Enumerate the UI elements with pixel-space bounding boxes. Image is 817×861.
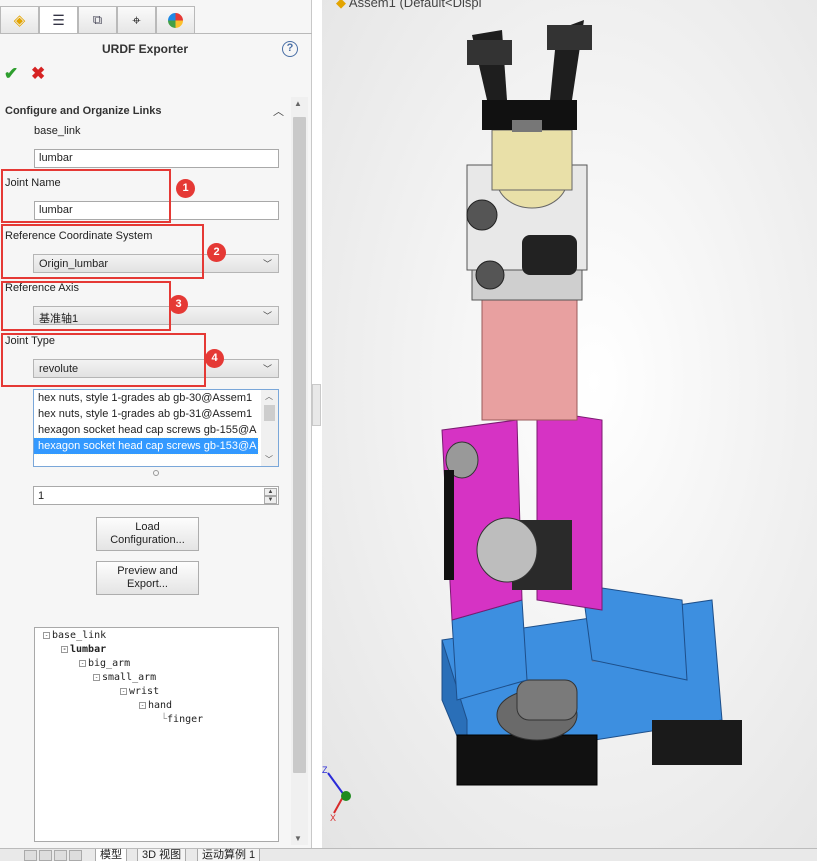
manager-tabs: ◈ ☰ ⧉ ⌖ xyxy=(0,6,195,34)
tab-divider xyxy=(0,33,312,34)
load-configuration-button[interactable]: Load Configuration... xyxy=(96,517,199,551)
collapse-toggle-icon[interactable]: - xyxy=(93,673,100,681)
bottom-tab-bar: 模型 3D 视图 运动算例 1 xyxy=(0,848,817,861)
document-title: ◆ Assem1 (Default<Displ xyxy=(336,0,481,11)
tab-model[interactable]: 模型 xyxy=(95,849,127,861)
assembly-icon: ◆ xyxy=(336,0,346,10)
tab-display-manager[interactable] xyxy=(156,6,195,33)
tree-node-small-arm[interactable]: - small_arm xyxy=(93,672,156,683)
collapse-toggle-icon[interactable]: - xyxy=(139,701,146,709)
help-icon[interactable]: ? xyxy=(282,41,298,57)
svg-text:X: X xyxy=(330,813,336,823)
spin-up-icon[interactable]: ▲ xyxy=(264,488,277,496)
tree-node-label: big_arm xyxy=(88,658,131,669)
list-item[interactable]: hex nuts, style 1-grades ab gb-31@Assem1 xyxy=(34,406,258,422)
graphics-viewport[interactable] xyxy=(322,0,817,848)
collapse-chevron-icon[interactable]: ︿ xyxy=(273,103,284,119)
first-tab-icon[interactable] xyxy=(24,850,37,861)
collapse-toggle-icon[interactable]: - xyxy=(61,645,68,653)
color-wheel-icon xyxy=(168,12,183,28)
tree-node-big-arm[interactable]: - big_arm xyxy=(79,658,130,669)
prev-tab-icon[interactable] xyxy=(39,850,52,861)
collapse-toggle-icon[interactable]: - xyxy=(120,687,127,695)
chevron-down-icon: ﹀ xyxy=(262,259,272,269)
tab-3d-view[interactable]: 3D 视图 xyxy=(137,849,187,861)
resize-handle[interactable] xyxy=(153,470,159,476)
robot-arm-model[interactable] xyxy=(322,0,817,848)
tree-node-label: lumbar xyxy=(70,644,107,655)
spin-down-icon[interactable]: ▼ xyxy=(264,496,277,504)
next-tab-icon[interactable] xyxy=(54,850,67,861)
preview-export-label-2: Export... xyxy=(127,578,168,590)
tree-node-finger[interactable]: └finger xyxy=(161,714,203,725)
tab-dimxpert-manager[interactable]: ⌖ xyxy=(117,6,156,33)
load-configuration-label-1: Load xyxy=(135,521,160,533)
panel-splitter[interactable] xyxy=(312,384,321,426)
tree-node-hand[interactable]: - hand xyxy=(139,700,172,711)
document-title-text: Assem1 (Default<Displ xyxy=(348,0,482,10)
scroll-thumb[interactable] xyxy=(293,117,306,773)
chevron-down-icon: ﹀ xyxy=(262,311,272,321)
chevron-down-icon: ﹀ xyxy=(262,364,272,374)
link-tree[interactable]: - base_link - lumbar - big_arm - small_arm -… xyxy=(34,627,279,842)
list-scroll-thumb[interactable] xyxy=(264,405,275,421)
tree-node-label: wrist xyxy=(129,686,160,697)
tree-node-base-link[interactable]: - base_link xyxy=(43,630,106,641)
collapse-toggle-icon[interactable]: - xyxy=(43,631,50,639)
annotation-badge-3: 3 xyxy=(169,295,188,314)
property-manager-panel: ◈ ☰ ⧉ ⌖ URDF Exporter ? ✔ ✖ Configure an… xyxy=(0,0,312,861)
panel-scrollbar[interactable]: ▲ ▼ xyxy=(291,97,308,845)
chevron-up-icon[interactable]: ︿ xyxy=(265,391,273,402)
load-configuration-label-2: Configuration... xyxy=(110,534,185,546)
chevron-down-icon[interactable]: ﹀ xyxy=(265,454,273,465)
tree-node-label: small_arm xyxy=(102,672,157,683)
tree-node-label: base_link xyxy=(52,630,107,641)
configuration-icon: ⧉ xyxy=(92,12,103,27)
link-name-field[interactable]: lumbar xyxy=(34,149,279,168)
link-name-label: base_link xyxy=(34,125,81,137)
last-tab-icon[interactable] xyxy=(69,850,82,861)
tree-node-lumbar[interactable]: - lumbar xyxy=(61,644,106,655)
component-list[interactable]: hex nuts, style 1-grades ab gb-30@Assem1… xyxy=(33,389,279,467)
svg-text:Z: Z xyxy=(322,765,328,775)
tab-property-manager[interactable]: ☰ xyxy=(39,6,78,34)
scroll-up-icon[interactable]: ▲ xyxy=(294,99,302,108)
tree-node-label: finger xyxy=(167,714,204,725)
property-list-icon: ☰ xyxy=(52,12,65,28)
axis-triad-icon: Z X xyxy=(322,765,351,823)
list-item[interactable]: hexagon socket head cap screws gb-155@A xyxy=(34,422,258,438)
tab-motion-study[interactable]: 运动算例 1 xyxy=(197,849,261,861)
annotation-badge-2: 2 xyxy=(207,243,226,262)
tab-feature-manager[interactable]: ◈ xyxy=(0,6,39,33)
children-count-spinner[interactable]: 1 ▲ ▼ xyxy=(33,486,279,505)
annotation-badge-4: 4 xyxy=(205,349,224,368)
annotation-badge-1: 1 xyxy=(176,179,195,198)
collapse-toggle-icon[interactable]: - xyxy=(79,659,86,667)
tree-node-wrist[interactable]: - wrist xyxy=(120,686,159,697)
list-item-selected[interactable]: hexagon socket head cap screws gb-153@A xyxy=(34,437,259,455)
ok-check-icon[interactable]: ✔ xyxy=(4,64,18,84)
crosshair-icon: ⌖ xyxy=(132,11,141,29)
panel-title: URDF Exporter xyxy=(101,42,188,56)
annotation-box-4 xyxy=(1,333,206,387)
cancel-x-icon[interactable]: ✖ xyxy=(31,64,45,84)
children-count-value: 1 xyxy=(38,490,45,502)
annotation-box-2 xyxy=(1,224,204,279)
tab-configuration-manager[interactable]: ⧉ xyxy=(78,6,117,33)
tree-node-label: hand xyxy=(148,700,173,711)
list-item[interactable]: hex nuts, style 1-grades ab gb-30@Assem1 xyxy=(34,390,258,406)
annotation-box-3 xyxy=(1,281,171,331)
preview-export-label-1: Preview and xyxy=(117,565,178,577)
annotation-box-1 xyxy=(1,169,171,223)
feature-tree-icon: ◈ xyxy=(13,12,26,29)
scroll-down-icon[interactable]: ▼ xyxy=(294,834,302,843)
section-title: Configure and Organize Links xyxy=(5,105,162,117)
preview-export-button[interactable]: Preview and Export... xyxy=(96,561,199,595)
list-scrollbar[interactable]: ︿ ﹀ xyxy=(261,390,278,466)
